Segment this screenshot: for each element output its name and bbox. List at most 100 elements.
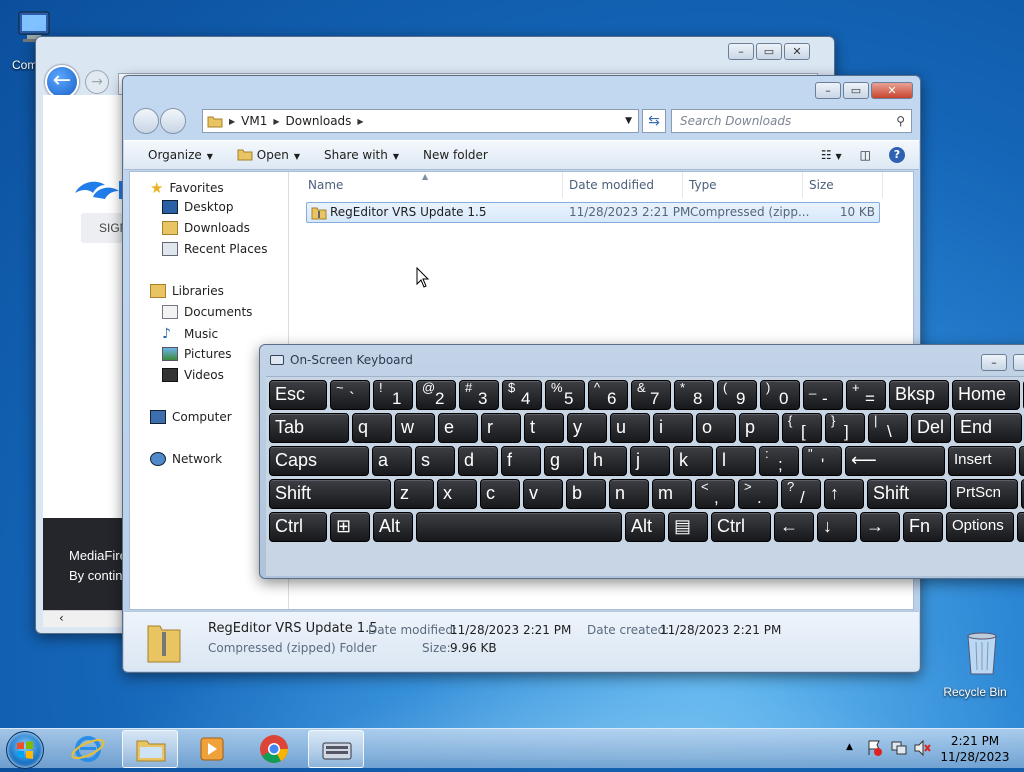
network-tray-icon[interactable] xyxy=(890,739,908,760)
search-input[interactable]: Search Downloads ⚲ xyxy=(671,109,912,133)
osk-key-shift[interactable]: Shift xyxy=(867,479,947,509)
osk-key-insert[interactable]: Insert xyxy=(948,446,1016,476)
nav-item-computer[interactable]: Computer xyxy=(150,410,232,424)
osk-key-w[interactable]: w xyxy=(395,413,435,443)
osk-key-t[interactable]: t xyxy=(524,413,564,443)
osk-key-z[interactable]: z xyxy=(394,479,434,509)
osk-key-space[interactable] xyxy=(416,512,622,542)
osk-key-0-12[interactable]: _ - xyxy=(803,380,843,410)
browser-forward-button[interactable]: → xyxy=(85,70,109,94)
osk-key-alt[interactable]: Alt xyxy=(625,512,665,542)
new-folder-button[interactable]: New folder xyxy=(411,148,500,162)
open-button[interactable]: Open ▼ xyxy=(225,148,312,162)
nav-item-libraries[interactable]: Libraries xyxy=(150,284,224,298)
nav-item-documents[interactable]: Documents xyxy=(162,305,252,319)
osk-key-q[interactable]: q xyxy=(352,413,392,443)
on-screen-keyboard-window[interactable]: On-Screen Keyboard – Esc ~ `! 1 @2 #3 $4% 5 ^ 6 & 7… xyxy=(259,344,1024,579)
nav-item-recent-places[interactable]: Recent Places xyxy=(162,242,267,256)
share-with-button[interactable]: Share with ▼ xyxy=(312,148,411,162)
osk-maximize-button[interactable] xyxy=(1013,354,1024,371)
column-header-name[interactable]: Name ▲ xyxy=(290,172,563,198)
taskbar-chrome[interactable] xyxy=(246,730,302,768)
osk-key-0-5[interactable]: $4 xyxy=(502,380,542,410)
osk-key-h[interactable]: h xyxy=(587,446,627,476)
address-bar[interactable]: ▶ VM1 ▶ Downloads ▶ ▼ xyxy=(202,109,639,133)
osk-key-esc[interactable]: Esc xyxy=(269,380,327,410)
osk-key-0-10[interactable]: (9 xyxy=(717,380,757,410)
column-header-date-modified[interactable]: Date modified xyxy=(563,172,683,198)
search-icon[interactable]: ⚲ xyxy=(896,110,905,132)
osk-key-2-10[interactable]: :; xyxy=(759,446,799,476)
osk-key-k[interactable]: k xyxy=(673,446,713,476)
show-hidden-icons-button[interactable]: ▲ xyxy=(846,742,853,752)
nav-item-desktop[interactable]: Desktop xyxy=(162,200,234,214)
osk-key-0-7[interactable]: ^ 6 xyxy=(588,380,628,410)
osk-key-2-11[interactable]: " ' xyxy=(802,446,842,476)
osk-key-prtscn[interactable]: PrtScn xyxy=(950,479,1018,509)
osk-key-e[interactable]: e xyxy=(438,413,478,443)
osk-key-end[interactable]: End xyxy=(954,413,1022,443)
address-dropdown-icon[interactable]: ▼ xyxy=(625,116,632,126)
nav-item-music[interactable]: ♪ Music xyxy=(162,326,218,342)
osk-key-h[interactable]: H xyxy=(1017,512,1024,542)
taskbar-internet-explorer[interactable] xyxy=(60,730,116,768)
osk-key-f[interactable]: f xyxy=(501,446,541,476)
taskbar-windows-explorer[interactable] xyxy=(122,730,178,768)
start-button[interactable] xyxy=(6,731,44,769)
breadcrumb-vm1[interactable]: VM1 xyxy=(235,114,273,128)
osk-key-caps[interactable]: Caps xyxy=(269,446,369,476)
osk-key-shift[interactable]: Shift xyxy=(269,479,391,509)
osk-key-0-4[interactable]: #3 xyxy=(459,380,499,410)
minimize-button[interactable]: – xyxy=(728,43,754,60)
taskbar-on-screen-keyboard[interactable] xyxy=(308,730,364,768)
breadcrumb-downloads[interactable]: Downloads xyxy=(280,114,358,128)
system-clock[interactable]: 2:21 PM 11/28/2023 xyxy=(930,733,1020,765)
osk-key-alt[interactable]: Alt xyxy=(373,512,413,542)
osk-key-1-13[interactable]: | \ xyxy=(868,413,908,443)
osk-key-sym-4-1[interactable]: ⊞ xyxy=(330,512,370,542)
nav-item-network[interactable]: Network xyxy=(150,452,222,466)
nav-item-pictures[interactable]: Pictures xyxy=(162,347,232,361)
close-button[interactable]: ✕ xyxy=(871,82,913,99)
osk-key-fn[interactable]: Fn xyxy=(903,512,943,542)
back-button[interactable] xyxy=(133,108,159,134)
osk-key-options[interactable]: Options xyxy=(946,512,1014,542)
osk-key-u[interactable]: u xyxy=(610,413,650,443)
osk-key-n[interactable]: n xyxy=(609,479,649,509)
desktop-icon-recycle-bin[interactable]: Recycle Bin xyxy=(940,630,1010,699)
maximize-button[interactable]: ▭ xyxy=(843,82,869,99)
osk-key-c[interactable]: c xyxy=(480,479,520,509)
osk-key-j[interactable]: j xyxy=(630,446,670,476)
osk-minimize-button[interactable]: – xyxy=(981,354,1007,371)
osk-key-p[interactable]: p xyxy=(739,413,779,443)
nav-item-favorites[interactable]: ★ Favorites xyxy=(150,179,224,197)
osk-key-sym-4-5[interactable]: ▤ xyxy=(668,512,708,542)
osk-key-x[interactable]: x xyxy=(437,479,477,509)
osk-key-p[interactable]: P xyxy=(1019,446,1024,476)
osk-key-ctrl[interactable]: Ctrl xyxy=(711,512,771,542)
osk-key-b[interactable]: b xyxy=(566,479,606,509)
horizontal-scrollbar[interactable]: ‹ xyxy=(43,610,133,627)
osk-key-1-11[interactable]: {[ xyxy=(782,413,822,443)
osk-key-y[interactable]: y xyxy=(567,413,607,443)
osk-key-sym-2-12[interactable]: ⟵ xyxy=(845,446,945,476)
minimize-button[interactable]: – xyxy=(815,82,841,99)
action-center-icon[interactable] xyxy=(866,739,884,760)
osk-key-o[interactable]: o xyxy=(696,413,736,443)
osk-key-d[interactable]: d xyxy=(458,446,498,476)
osk-key-0-13[interactable]: + = xyxy=(846,380,886,410)
file-row[interactable]: RegEditor VRS Update 1.5 11/28/2023 2:21… xyxy=(306,202,880,223)
close-button[interactable]: ✕ xyxy=(784,43,810,60)
osk-key-home[interactable]: Home xyxy=(952,380,1020,410)
osk-key-l[interactable]: l xyxy=(716,446,756,476)
osk-key-0-11[interactable]: ) 0 xyxy=(760,380,800,410)
osk-key-1-12[interactable]: }] xyxy=(825,413,865,443)
forward-button[interactable] xyxy=(160,108,186,134)
osk-key-m[interactable]: m xyxy=(652,479,692,509)
osk-key-0-2[interactable]: ! 1 xyxy=(373,380,413,410)
osk-key-3-10[interactable]: ? / xyxy=(781,479,821,509)
maximize-button[interactable]: ▭ xyxy=(756,43,782,60)
nav-item-videos[interactable]: Videos xyxy=(162,368,224,382)
column-header-size[interactable]: Size xyxy=(803,172,883,198)
osk-key-a[interactable]: a xyxy=(372,446,412,476)
